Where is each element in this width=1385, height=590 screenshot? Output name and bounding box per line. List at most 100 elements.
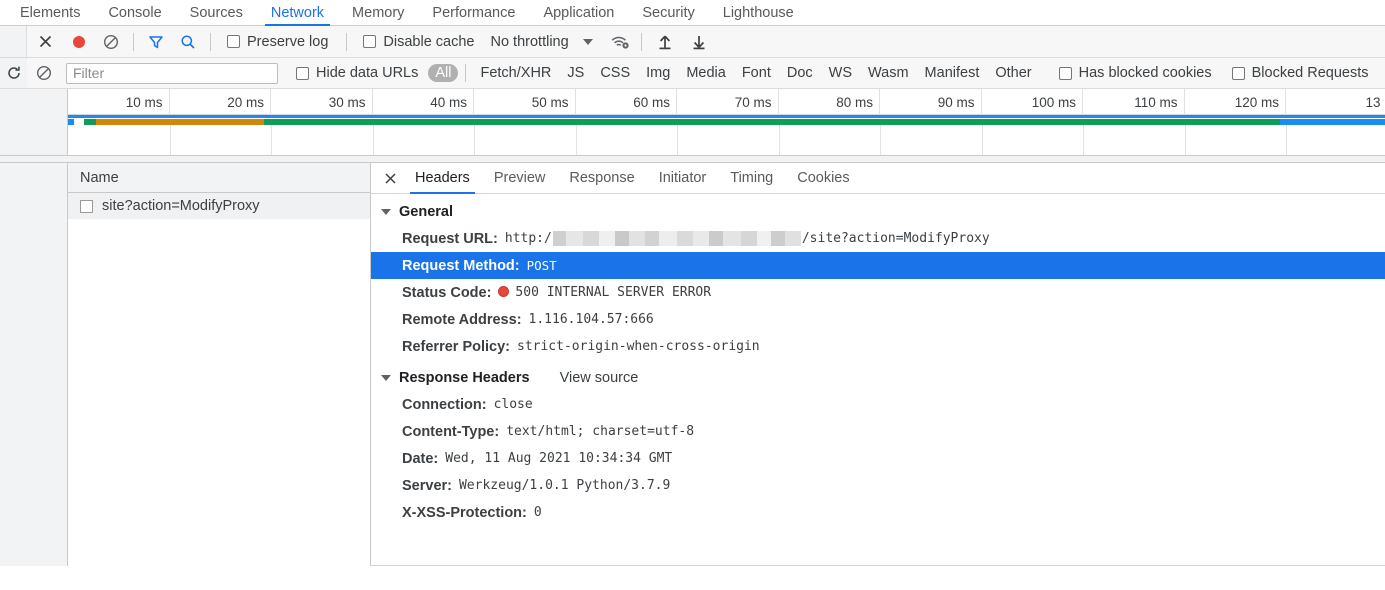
network-conditions-icon[interactable]: [605, 34, 635, 50]
details-tab-response[interactable]: Response: [557, 163, 646, 193]
import-har-icon[interactable]: [648, 34, 682, 50]
header-value-text: 500 INTERNAL SERVER ERROR: [515, 285, 712, 300]
close-details-icon[interactable]: [377, 163, 403, 193]
close-icon[interactable]: [27, 34, 63, 49]
clear-icon[interactable]: [95, 34, 127, 50]
tab-label: Application: [543, 4, 615, 21]
export-har-icon[interactable]: [682, 34, 716, 50]
toolbar-divider-2: [210, 32, 211, 51]
request-rows: site?action=ModifyProxy: [68, 193, 370, 219]
tab-application[interactable]: Application: [529, 0, 628, 25]
header-row[interactable]: Remote Address: 1.116.104.57:666: [371, 306, 1385, 333]
tab-elements[interactable]: Elements: [6, 0, 94, 25]
general-section-header[interactable]: General: [371, 199, 1385, 225]
overview-gridline: [169, 125, 171, 155]
details-tab-headers[interactable]: Headers: [403, 163, 482, 194]
header-value-text: Wed, 11 Aug 2021 10:34:34 GMT: [445, 451, 673, 466]
type-filter-ws[interactable]: WS: [822, 64, 859, 82]
header-value-text: text/html; charset=utf-8: [506, 424, 695, 439]
details-tab-timing[interactable]: Timing: [718, 163, 785, 193]
filter-input[interactable]: [66, 62, 278, 84]
details-tab-cookies[interactable]: Cookies: [785, 163, 861, 193]
header-row[interactable]: Connection: close: [371, 391, 1385, 418]
record-icon[interactable]: [63, 34, 95, 50]
details-tab-initiator[interactable]: Initiator: [647, 163, 719, 193]
header-key: Request Method:: [402, 257, 520, 274]
header-value: Wed, 11 Aug 2021 10:34:34 GMT: [445, 451, 672, 466]
type-filter-font[interactable]: Font: [735, 64, 778, 82]
tab-label: Memory: [352, 4, 405, 21]
response-header-rows: Connection: close Content-Type: text/html; …: [371, 391, 1385, 526]
devtools-window: Elements Console Sources Network Memory Perfo…: [0, 0, 1385, 590]
hide-data-urls-box: [296, 66, 309, 80]
header-value: Werkzeug/1.0.1 Python/3.7.9: [459, 478, 670, 493]
response-headers-section-header[interactable]: Response Headers View source: [371, 365, 1385, 391]
details-tab-bar: Headers Preview Response Initiator Timing Coo…: [371, 163, 1385, 194]
type-filter-js[interactable]: JS: [560, 64, 591, 82]
ruler-tick: 100 ms: [982, 89, 1083, 115]
header-row[interactable]: Content-Type: text/html; charset=utf-8: [371, 418, 1385, 445]
overview-gridline: [474, 125, 475, 155]
column-header-name: Name: [80, 169, 119, 186]
header-row[interactable]: Status Code: 500 INTERNAL SERVER ERROR: [371, 279, 1385, 306]
type-filter-wasm[interactable]: Wasm: [861, 64, 916, 82]
disable-cache-checkbox[interactable]: Disable cache: [359, 34, 478, 50]
type-filter-media[interactable]: Media: [679, 64, 733, 82]
header-row[interactable]: Date: Wed, 11 Aug 2021 10:34:34 GMT: [371, 445, 1385, 472]
tab-lighthouse[interactable]: Lighthouse: [709, 0, 808, 25]
header-key: Status Code:: [402, 284, 492, 301]
header-value-text: 0: [533, 505, 542, 520]
toolbar-left-gutter: [0, 26, 27, 57]
header-value: 500 INTERNAL SERVER ERROR: [498, 285, 711, 300]
header-row[interactable]: X-XSS-Protection: 0: [371, 499, 1385, 526]
header-key: Content-Type:: [402, 423, 500, 440]
toolbar-divider-3: [346, 32, 348, 51]
filter-icon[interactable]: [140, 34, 172, 50]
type-filter-doc[interactable]: Doc: [780, 64, 820, 82]
header-row[interactable]: Server: Werkzeug/1.0.1 Python/3.7.9: [371, 472, 1385, 499]
preserve-log-checkbox[interactable]: Preserve log: [223, 34, 332, 50]
type-filter-manifest[interactable]: Manifest: [918, 64, 987, 82]
table-row[interactable]: site?action=ModifyProxy: [68, 193, 370, 219]
tab-security[interactable]: Security: [628, 0, 708, 25]
tab-label: Performance: [432, 4, 516, 21]
tab-network[interactable]: Network: [257, 0, 338, 26]
type-filter-all[interactable]: All: [428, 64, 459, 82]
search-icon[interactable]: [172, 34, 204, 50]
ruler-tick: 90 ms: [880, 89, 982, 115]
header-key: Referrer Policy:: [402, 338, 510, 355]
tab-memory[interactable]: Memory: [338, 0, 418, 25]
header-value: strict-origin-when-cross-origin: [517, 339, 760, 354]
tab-console[interactable]: Console: [94, 0, 175, 25]
request-list-header[interactable]: Name: [68, 163, 370, 193]
chevron-down-icon: [381, 209, 391, 215]
header-value-text: 1.116.104.57:666: [528, 312, 654, 327]
blocked-requests-box: [1231, 66, 1245, 80]
header-value: http:/ /site?action=ModifyProxy: [505, 231, 990, 263]
view-source-link[interactable]: View source: [560, 370, 639, 386]
hide-data-urls-checkbox[interactable]: Hide data URLs: [292, 65, 422, 81]
tab-performance[interactable]: Performance: [418, 0, 529, 25]
overview-splitter[interactable]: [0, 155, 1385, 163]
header-value-text: close: [493, 397, 533, 412]
type-filter-fetch-xhr[interactable]: Fetch/XHR: [473, 64, 558, 82]
header-row[interactable]: Referrer Policy: strict-origin-when-cross…: [371, 333, 1385, 360]
type-filter-img[interactable]: Img: [639, 64, 677, 82]
details-tab-preview[interactable]: Preview: [482, 163, 558, 193]
has-blocked-cookies-label: Has blocked cookies: [1078, 65, 1212, 81]
reload-icon[interactable]: [0, 58, 27, 88]
overview-gridline: [880, 125, 881, 155]
chevron-down-icon[interactable]: [582, 38, 593, 45]
details-bottom-border: [371, 565, 1385, 566]
tab-sources[interactable]: Sources: [176, 0, 257, 25]
header-row[interactable]: Request Method: POST: [371, 252, 1385, 279]
has-blocked-cookies-checkbox[interactable]: Has blocked cookies: [1055, 65, 1216, 81]
devtools-tab-bar: Elements Console Sources Network Memory Perfo…: [0, 0, 1385, 26]
clear-filter-icon[interactable]: [27, 65, 60, 81]
type-filter-other[interactable]: Other: [988, 64, 1038, 82]
network-overview[interactable]: 10 ms 20 ms 30 ms 40 ms 50 ms 60 ms 70 ms 80 ms…: [0, 89, 1385, 155]
header-row[interactable]: Request URL: http:/ /site?action=ModifyPro…: [371, 225, 1385, 263]
type-filter-css[interactable]: CSS: [593, 64, 637, 82]
throttling-select[interactable]: No throttling: [486, 34, 568, 50]
blocked-requests-checkbox[interactable]: Blocked Requests: [1228, 65, 1373, 81]
